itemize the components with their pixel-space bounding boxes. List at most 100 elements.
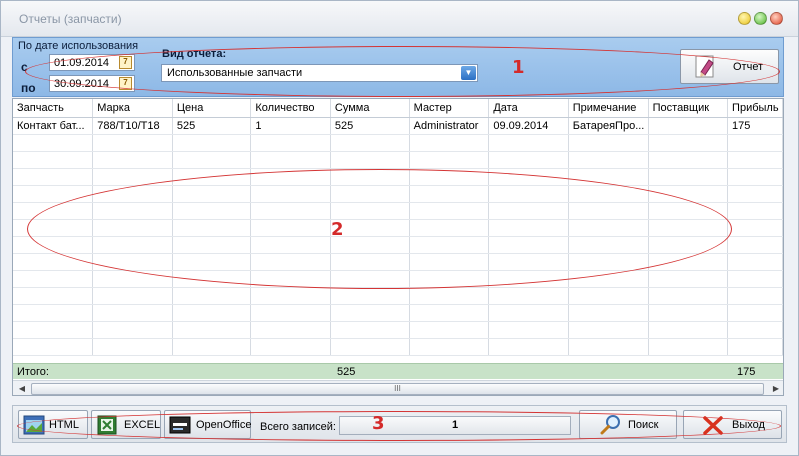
empty-cell	[409, 151, 490, 169]
export-html-button[interactable]: HTML	[18, 410, 88, 439]
empty-cell	[13, 185, 94, 203]
table-cell: 525	[172, 117, 252, 135]
empty-cell	[568, 338, 649, 356]
empty-cell	[13, 304, 94, 322]
empty-cell	[13, 134, 94, 152]
empty-cell	[330, 287, 410, 305]
table-cell: БатареяПро...	[568, 117, 649, 135]
table-cell: 175	[727, 117, 783, 135]
empty-cell	[488, 168, 569, 186]
scroll-right-icon[interactable]: ▶	[768, 382, 783, 395]
calendar-icon[interactable]: 7	[119, 56, 132, 69]
column-header[interactable]: Количество	[250, 99, 331, 118]
empty-row	[13, 168, 783, 186]
annotation-number-2: 2	[331, 219, 344, 240]
empty-cell	[250, 338, 331, 356]
column-header[interactable]: Цена	[172, 99, 252, 118]
empty-row	[13, 236, 783, 254]
empty-cell	[330, 151, 410, 169]
column-header[interactable]: Прибыль	[727, 99, 783, 118]
empty-cell	[409, 321, 490, 339]
empty-cell	[727, 236, 783, 254]
empty-row	[13, 185, 783, 203]
empty-cell	[409, 270, 490, 288]
window-title: Отчеты (запчасти)	[19, 12, 122, 26]
empty-row	[13, 134, 783, 152]
parts-table: Запчасть Марка Цена Количество Сумма Мас…	[13, 99, 783, 356]
empty-cell	[409, 219, 490, 237]
empty-cell	[648, 236, 729, 254]
excel-button-label: EXCEL	[124, 419, 161, 431]
empty-cell	[13, 338, 94, 356]
empty-cell	[250, 151, 331, 169]
empty-cell	[727, 219, 783, 237]
empty-row	[13, 202, 783, 220]
empty-cell	[648, 304, 729, 322]
column-header[interactable]: Примечание	[568, 99, 649, 118]
horizontal-scrollbar[interactable]: ◀ III ▶	[13, 380, 783, 395]
annotation-number-1: 1	[512, 57, 525, 78]
search-button[interactable]: Поиск	[579, 410, 677, 439]
table-row[interactable]: Контакт бат... 788/T10/T18 525 1 525 Adm…	[13, 117, 783, 135]
chevron-down-icon[interactable]: ▼	[461, 66, 476, 80]
empty-row	[13, 304, 783, 322]
empty-cell	[250, 134, 331, 152]
column-header[interactable]: Марка	[92, 99, 173, 118]
empty-cell	[727, 270, 783, 288]
html-export-icon	[23, 415, 45, 435]
empty-cell	[648, 219, 729, 237]
column-header[interactable]: Запчасть	[13, 99, 94, 118]
scroll-left-icon[interactable]: ◀	[14, 382, 30, 395]
empty-cell	[648, 151, 729, 169]
empty-cell	[172, 270, 252, 288]
from-label: с	[21, 60, 28, 74]
empty-cell	[172, 219, 252, 237]
column-header[interactable]: Мастер	[409, 99, 490, 118]
empty-cell	[250, 253, 331, 271]
report-button[interactable]: Отчет	[680, 49, 779, 84]
table-cell: 1	[250, 117, 331, 135]
filter-panel: По дате использования с по 01.09.2014 7 …	[12, 37, 784, 97]
report-type-value: Использованные запчасти	[167, 67, 303, 79]
report-type-select[interactable]: Использованные запчасти ▼	[161, 64, 478, 82]
export-openoffice-button[interactable]: OpenOffice	[164, 410, 251, 439]
from-date-field[interactable]: 01.09.2014 7	[49, 54, 135, 71]
openoffice-export-icon	[169, 416, 191, 434]
empty-cell	[568, 270, 649, 288]
title-bar[interactable]: Отчеты (запчасти)	[1, 1, 798, 37]
empty-cell	[92, 253, 173, 271]
empty-cell	[92, 321, 173, 339]
maximize-button[interactable]	[754, 12, 767, 25]
minimize-button[interactable]	[738, 12, 751, 25]
header-row: Запчасть Марка Цена Количество Сумма Мас…	[13, 99, 783, 118]
column-header[interactable]: Сумма	[330, 99, 410, 118]
empty-cell	[250, 185, 331, 203]
to-date-value: 30.09.2014	[54, 78, 110, 90]
html-button-label: HTML	[49, 419, 79, 431]
to-date-field[interactable]: 30.09.2014 7	[49, 75, 135, 92]
empty-cell	[648, 185, 729, 203]
empty-cell	[330, 304, 410, 322]
empty-cell	[488, 236, 569, 254]
empty-cell	[568, 151, 649, 169]
empty-cell	[92, 134, 173, 152]
empty-cell	[92, 151, 173, 169]
empty-cell	[172, 134, 252, 152]
close-button[interactable]	[770, 12, 783, 25]
export-excel-button[interactable]: EXCEL	[91, 410, 161, 439]
empty-cell	[568, 321, 649, 339]
empty-cell	[172, 287, 252, 305]
column-header[interactable]: Поставщик	[648, 99, 729, 118]
empty-cell	[172, 236, 252, 254]
empty-cell	[488, 321, 569, 339]
report-window: Отчеты (запчасти) По дате использования …	[0, 0, 799, 456]
empty-cell	[488, 338, 569, 356]
empty-cell	[409, 338, 490, 356]
calendar-icon[interactable]: 7	[119, 77, 132, 90]
empty-cell	[727, 185, 783, 203]
empty-cell	[488, 304, 569, 322]
exit-button[interactable]: Выход	[683, 410, 782, 439]
column-header[interactable]: Дата	[488, 99, 569, 118]
search-icon	[600, 415, 620, 435]
scroll-thumb[interactable]: III	[31, 383, 764, 395]
